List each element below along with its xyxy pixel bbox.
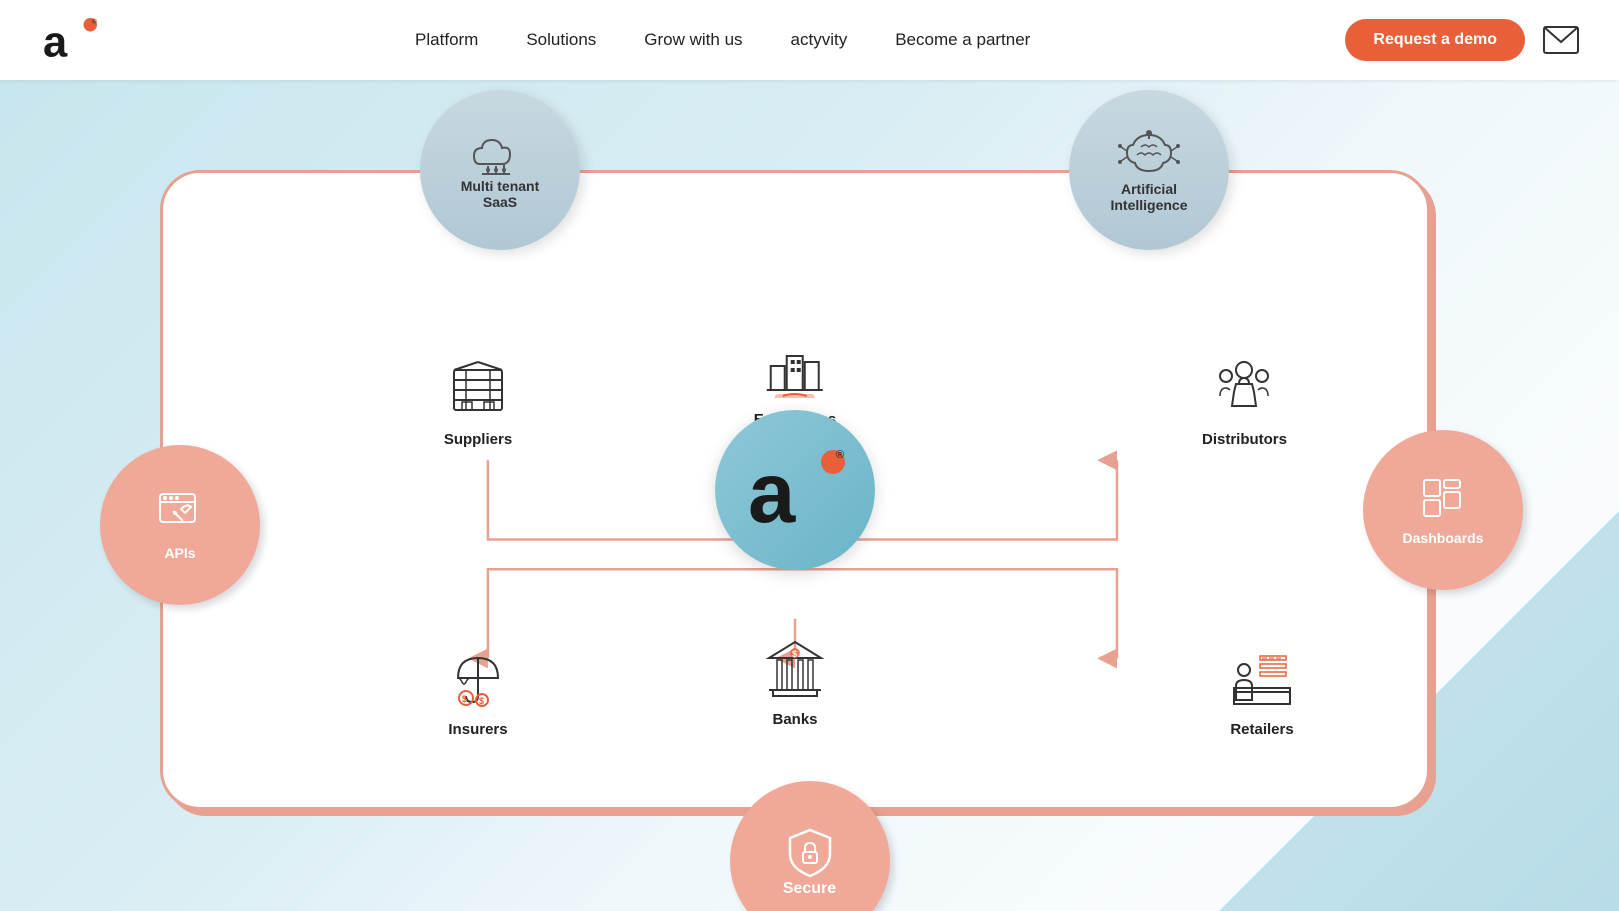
request-demo-button[interactable]: Request a demo (1345, 19, 1525, 61)
saas-circle: Multi tenant SaaS (420, 90, 580, 250)
svg-text:®: ® (836, 449, 844, 461)
svg-text:®: ® (92, 17, 97, 25)
dashboards-circle: Dashboards (1363, 430, 1523, 590)
logo[interactable]: a ® (40, 13, 100, 68)
svg-text:$: $ (479, 696, 484, 706)
diagram-card: a ® (160, 170, 1430, 810)
nav-right: Request a demo (1345, 19, 1579, 61)
apis-circle: APIs (100, 445, 260, 605)
nav-solutions[interactable]: Solutions (526, 30, 596, 50)
svg-text:$: $ (462, 694, 467, 704)
insurers-label: Insurers (448, 721, 507, 738)
svg-text:$: $ (792, 649, 797, 659)
ai-circle: Artificial Intelligence (1069, 90, 1229, 250)
saas-label1: Multi tenant (461, 178, 540, 194)
mail-icon[interactable] (1543, 26, 1579, 54)
center-logo: a ® (715, 410, 875, 570)
node-insurers: $ $ Insurers (443, 643, 513, 738)
dashboards-label: Dashboards (1403, 530, 1484, 546)
node-distributors: Distributors (1202, 353, 1287, 448)
nav-links: Platform Solutions Grow with us actyvity… (415, 30, 1030, 50)
node-retailers: Retailers (1227, 643, 1297, 738)
nav-partner[interactable]: Become a partner (895, 30, 1030, 50)
svg-text:a: a (43, 18, 68, 66)
main-content: APIs Dashboards Multi tenant (0, 80, 1619, 911)
nav-grow[interactable]: Grow with us (644, 30, 742, 50)
distributors-label: Distributors (1202, 431, 1287, 448)
node-banks: $ Banks (760, 633, 830, 728)
svg-text:a: a (748, 446, 796, 540)
suppliers-label: Suppliers (444, 431, 512, 448)
apis-label: APIs (164, 545, 195, 561)
ai-label2: Intelligence (1110, 197, 1187, 213)
nav-platform[interactable]: Platform (415, 30, 478, 50)
banks-label: Banks (772, 711, 817, 728)
secure-label: Secure (783, 880, 836, 898)
nav-actyvity[interactable]: actyvity (791, 30, 848, 50)
retailers-label: Retailers (1230, 721, 1293, 738)
node-suppliers: Suppliers (443, 353, 513, 448)
navbar: a ® Platform Solutions Grow with us acty… (0, 0, 1619, 80)
saas-label2: SaaS (483, 194, 517, 210)
ai-label1: Artificial (1121, 181, 1177, 197)
